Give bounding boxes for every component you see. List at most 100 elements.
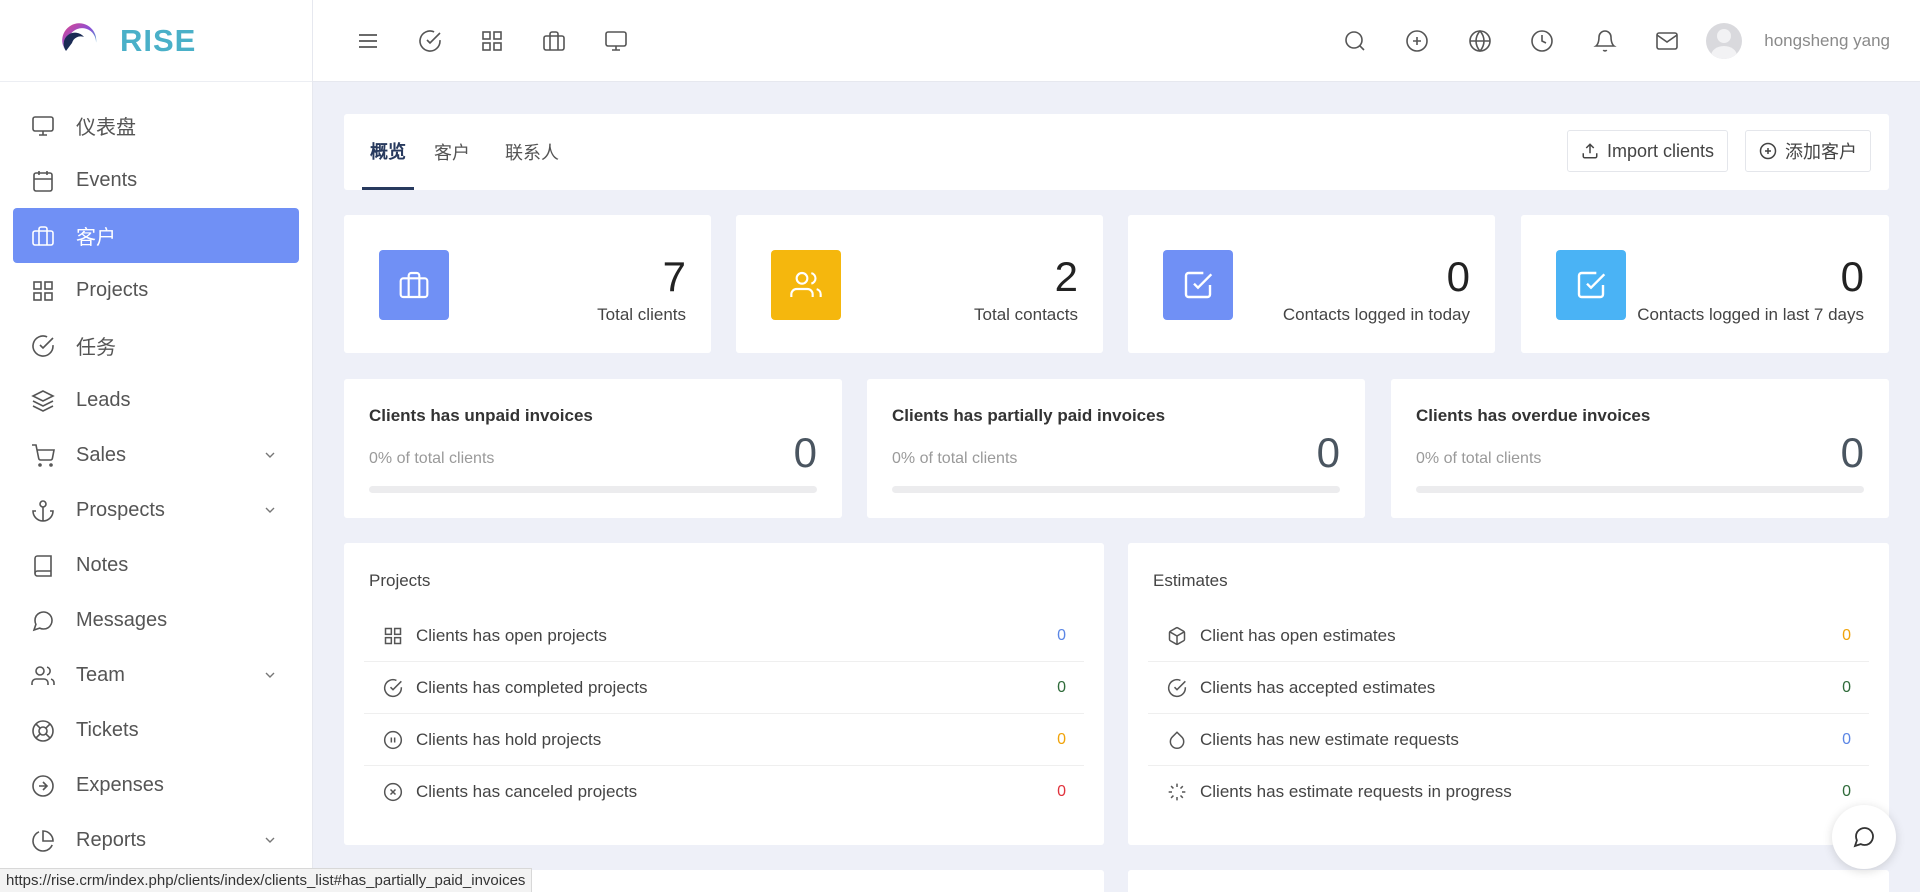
add-client-button[interactable]: 添加客户 (1745, 130, 1871, 172)
list-item-label: Clients has hold projects (416, 729, 602, 749)
checkbox-icon (1184, 271, 1213, 299)
sidebar-item-events[interactable]: Events (13, 153, 299, 208)
check-circle-icon (419, 29, 441, 52)
sidebar-item-label: Expenses (76, 774, 164, 796)
users-icon (790, 271, 822, 297)
sidebar-item-team[interactable]: Team (13, 648, 299, 703)
bell-icon (1592, 30, 1617, 52)
sidebar-item-label: Sales (76, 444, 127, 466)
menu-icon (359, 33, 377, 48)
sidebar-item-expenses[interactable]: Expenses (13, 758, 299, 813)
upload-icon (1582, 143, 1598, 159)
menu-toggle-button[interactable] (337, 0, 399, 82)
invoice-card-title: Clients has unpaid invoices (369, 406, 593, 425)
projects-list: Clients has open projects 0 Clients has … (364, 610, 1084, 818)
list-item[interactable]: Clients has canceled projects 0 (364, 766, 1084, 818)
brand[interactable]: RISE (0, 0, 312, 82)
language-button[interactable] (1448, 0, 1511, 82)
list-item[interactable]: Clients has hold projects 0 (364, 714, 1084, 766)
check-circle-icon (1166, 677, 1188, 699)
globe-icon (1468, 29, 1491, 53)
progress-bar (892, 486, 1340, 493)
list-item[interactable]: Clients has completed projects 0 (364, 662, 1084, 714)
search-button[interactable] (1323, 0, 1386, 82)
stat-contacts-today[interactable]: 0 Contacts logged in today (1128, 215, 1495, 353)
sidebar: RISE 仪表盘 Events 客户 Projects 任务 Leads Sal… (0, 0, 313, 892)
stat-label: Contacts logged in last 7 days (1637, 305, 1864, 324)
list-item-value: 0 (1842, 678, 1851, 696)
projects-card-title: Projects (369, 571, 431, 590)
invoice-card-partially-paid[interactable]: Clients has partially paid invoices 0% o… (867, 379, 1365, 518)
sidebar-item-clients[interactable]: 客户 (13, 208, 299, 263)
list-item[interactable]: Clients has new estimate requests 0 (1148, 714, 1869, 766)
sidebar-item-tickets[interactable]: Tickets (13, 703, 299, 758)
invoice-card-subtitle: 0% of total clients (1416, 450, 1542, 467)
checkbox-icon (1577, 271, 1606, 299)
invoice-card-overdue[interactable]: Clients has overdue invoices 0% of total… (1391, 379, 1889, 518)
clock-button[interactable] (1511, 0, 1574, 82)
chevron-down-icon (265, 672, 275, 678)
stat-value: 7 (662, 253, 686, 300)
invoice-card-subtitle: 0% of total clients (892, 450, 1018, 467)
sidebar-item-label: Team (76, 664, 125, 686)
topbar: hongsheng yang (313, 0, 1920, 82)
users-icon (30, 663, 56, 689)
stat-contacts-last-7-days[interactable]: 0 Contacts logged in last 7 days (1521, 215, 1889, 353)
mail-icon (1656, 32, 1678, 50)
list-item-label: Clients has canceled projects (416, 782, 638, 801)
estimates-card: Estimates Client has open estimates 0 Cl… (1128, 543, 1889, 845)
tasks-shortcut-button[interactable] (399, 0, 461, 82)
clients-shortcut-button[interactable] (523, 0, 585, 82)
stat-icon-box (379, 250, 449, 320)
monitor-icon (30, 113, 56, 139)
projects-shortcut-button[interactable] (461, 0, 523, 82)
list-item-value: 0 (1842, 730, 1851, 748)
sidebar-item-projects[interactable]: Projects (13, 263, 299, 318)
stat-total-clients[interactable]: 7 Total clients (344, 215, 711, 353)
list-item[interactable]: Client has open estimates 0 (1148, 610, 1869, 662)
dashboard-shortcut-button[interactable] (585, 0, 647, 82)
list-item-value: 0 (1057, 730, 1066, 748)
sidebar-item-reports[interactable]: Reports (13, 813, 299, 868)
sidebar-item-messages[interactable]: Messages (13, 593, 299, 648)
check-circle-icon (30, 333, 56, 359)
anchor-icon (30, 498, 56, 524)
tab-contacts[interactable]: 联系人 (505, 114, 559, 190)
list-item[interactable]: Clients has open projects 0 (364, 610, 1084, 662)
user-name: hongsheng yang (1764, 31, 1890, 50)
list-item-value: 0 (1842, 626, 1851, 644)
stat-total-contacts[interactable]: 2 Total contacts (736, 215, 1103, 353)
stat-label: Contacts logged in today (1282, 305, 1470, 324)
invoice-card-value: 0 (1316, 429, 1340, 476)
pause-circle-icon (382, 729, 404, 751)
quick-add-button[interactable] (1386, 0, 1449, 82)
tab-clients[interactable]: 客户 (434, 114, 470, 190)
import-clients-button[interactable]: Import clients (1566, 130, 1728, 172)
clock-icon (1531, 30, 1553, 52)
rise-logo-icon (62, 22, 97, 51)
import-clients-label: Import clients (1606, 140, 1714, 161)
sidebar-item-sales[interactable]: Sales (13, 428, 299, 483)
messages-button[interactable] (1636, 0, 1699, 82)
sidebar-item-label: Notes (76, 554, 129, 576)
stat-icon-box (1556, 250, 1626, 320)
list-item[interactable]: Clients has accepted estimates 0 (1148, 662, 1869, 714)
invoice-card-value: 0 (1840, 429, 1864, 476)
sidebar-item-prospects[interactable]: Prospects (13, 483, 299, 538)
cart-icon (30, 443, 56, 469)
stat-label: Total clients (597, 305, 686, 324)
user-menu[interactable]: hongsheng yang (1706, 23, 1890, 59)
chat-button[interactable] (1832, 805, 1896, 869)
invoice-card-unpaid[interactable]: Clients has unpaid invoices 0% of total … (344, 379, 842, 518)
sidebar-item-dashboard[interactable]: 仪表盘 (13, 98, 299, 153)
sidebar-item-label: Tickets (76, 719, 139, 741)
sidebar-item-leads[interactable]: Leads (13, 373, 299, 428)
sidebar-item-tasks[interactable]: 任务 (13, 318, 299, 373)
list-item[interactable]: Clients has estimate requests in progres… (1148, 766, 1869, 818)
sidebar-item-label: Projects (76, 279, 149, 301)
notifications-button[interactable] (1573, 0, 1636, 82)
sidebar-item-notes[interactable]: Notes (13, 538, 299, 593)
message-icon (30, 608, 56, 634)
stat-value: 0 (1446, 253, 1470, 300)
tab-overview[interactable]: 概览 (362, 114, 414, 190)
